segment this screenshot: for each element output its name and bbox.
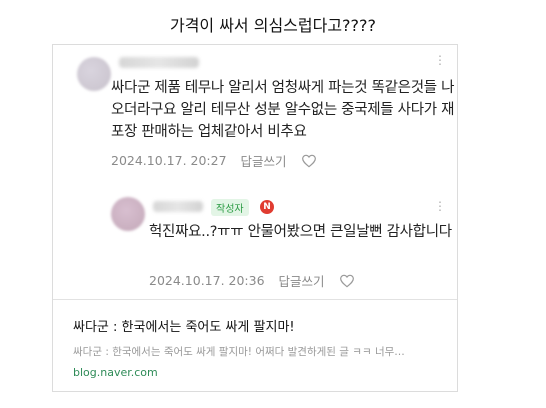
comment-item: ⋮ 싸다군 제품 테무나 알리서 엄청싸게 파는것 똑같은것들 나오더라구요 알… <box>61 45 454 181</box>
link-domain[interactable]: blog.naver.com <box>73 366 158 379</box>
comment-meta: 2024.10.17. 20:27 답글쓰기 <box>111 151 317 170</box>
heart-outline-icon[interactable] <box>301 153 317 169</box>
headline: 가격이 싸서 의심스럽다고???? <box>169 16 377 35</box>
more-vertical-icon[interactable]: ⋮ <box>433 53 447 67</box>
comment-text: 헉진짜요..?ㅠㅠ 안물어봤으면 큰일날뻔 감사합니다 <box>149 224 452 240</box>
comment-date: 2024.10.17. 20:27 <box>111 153 227 168</box>
reply-button[interactable]: 답글쓰기 <box>241 151 287 170</box>
reply-item: 작성자 N ⋮ 헉진짜요..?ㅠㅠ 안물어봤으면 큰일날뻔 감사합니다 2024… <box>61 185 452 299</box>
blurred-username <box>119 57 199 68</box>
link-description: 싸다군 : 한국에서는 죽어도 싸게 팔지마! 어쩌다 발견하게된 글 ㅋㅋ 너… <box>73 346 405 358</box>
comment-date: 2024.10.17. 20:36 <box>149 273 265 288</box>
comment-card: ⋮ 싸다군 제품 테무나 알리서 엄청싸게 파는것 똑같은것들 나오더라구요 알… <box>52 44 458 392</box>
reply-button[interactable]: 답글쓰기 <box>279 271 325 290</box>
comment-text: 싸다군 제품 테무나 알리서 엄청싸게 파는것 똑같은것들 나오더라구요 알리 … <box>111 80 455 140</box>
author-badge: 작성자 <box>211 199 249 216</box>
link-title[interactable]: 싸다군 : 한국에서는 죽어도 싸게 팔지마! <box>73 316 295 335</box>
link-preview[interactable]: 싸다군 : 한국에서는 죽어도 싸게 팔지마! 싸다군 : 한국에서는 죽어도 … <box>53 299 457 391</box>
new-badge-icon: N <box>260 200 274 214</box>
heart-outline-icon[interactable] <box>339 273 355 289</box>
avatar[interactable] <box>111 197 145 231</box>
avatar[interactable] <box>77 57 111 91</box>
comment-meta: 2024.10.17. 20:36 답글쓰기 <box>149 271 355 290</box>
blurred-username <box>153 201 203 212</box>
more-vertical-icon[interactable]: ⋮ <box>433 199 447 213</box>
